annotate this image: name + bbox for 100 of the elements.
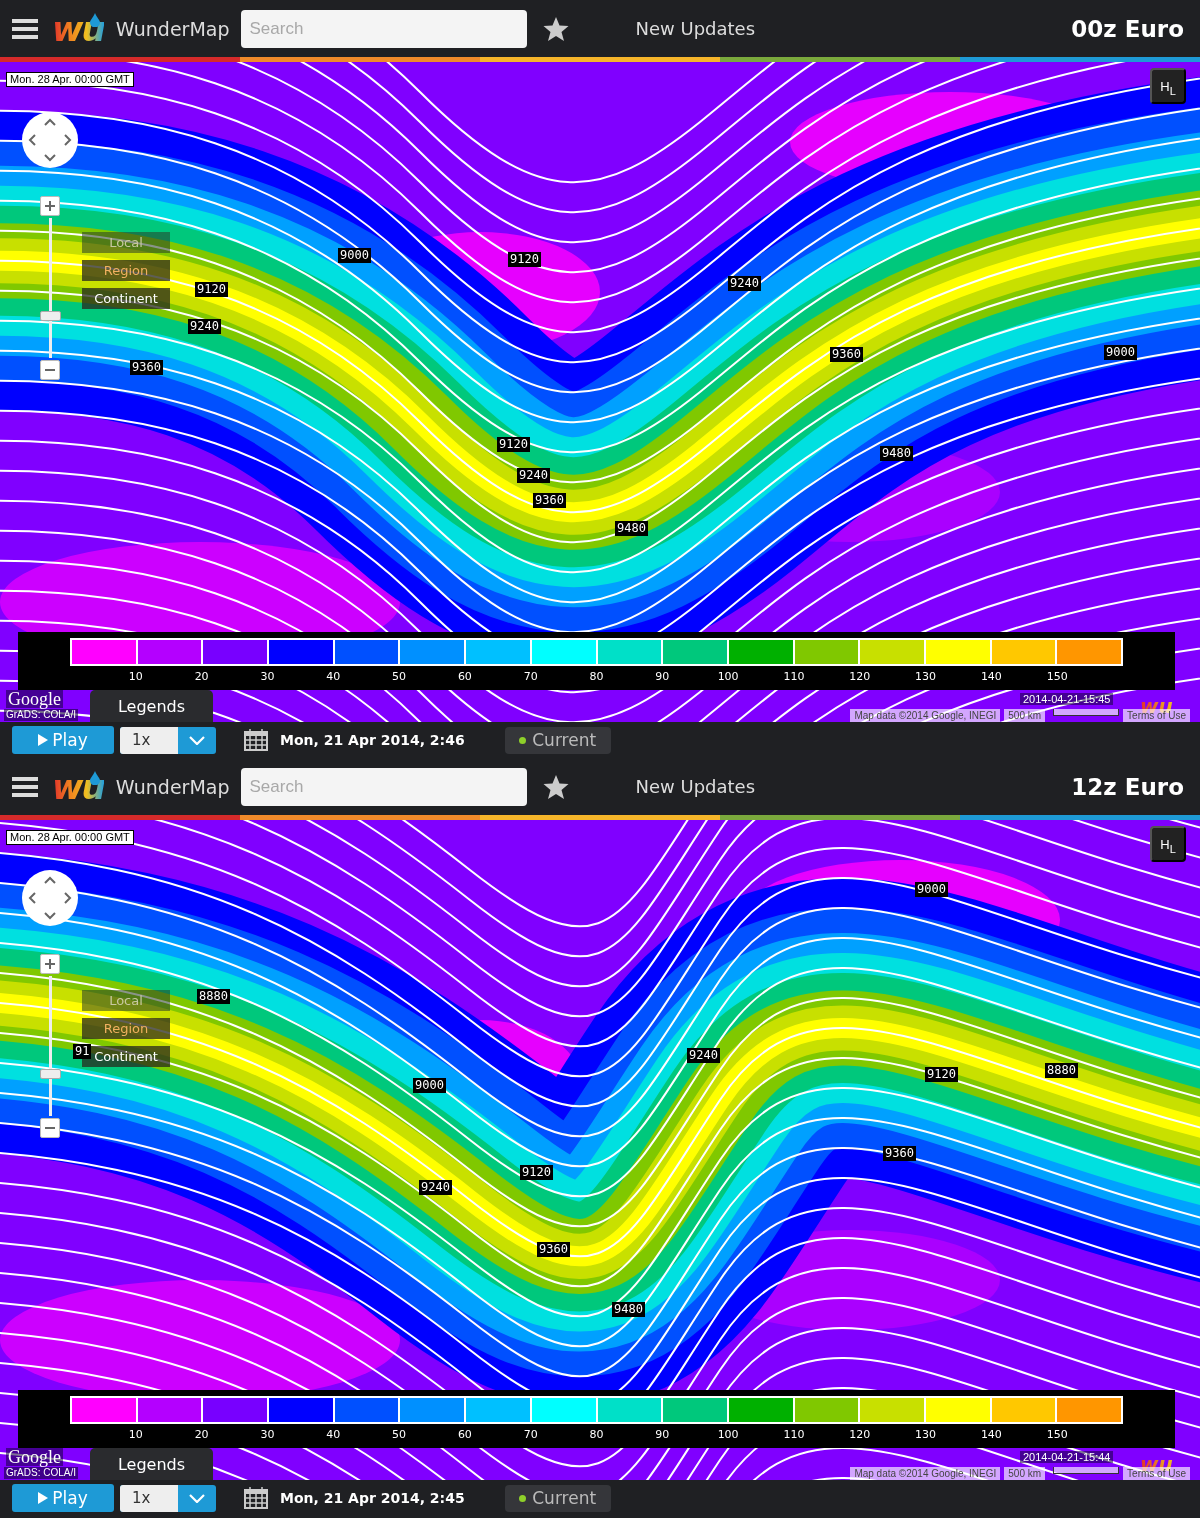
contour-label: 9000 <box>1104 345 1137 360</box>
pan-control-icon[interactable] <box>22 870 78 926</box>
contour-label: 9240 <box>188 319 221 334</box>
search-field[interactable]: Search <box>241 767 528 806</box>
zoom-slider-thumb[interactable] <box>40 310 61 321</box>
legend-tick-label: 90 <box>655 1428 670 1441</box>
weather-map-drawing[interactable] <box>0 820 1200 1480</box>
current-button[interactable]: Current <box>504 1484 611 1512</box>
contour-label: 9240 <box>728 276 761 291</box>
legend-tick-label: 140 <box>980 670 1002 683</box>
speed-dropdown[interactable]: 1x <box>120 1484 216 1512</box>
caret-icon <box>189 1493 205 1503</box>
layer-option[interactable]: Continent <box>82 288 170 309</box>
legend-tick-label: 130 <box>915 1428 937 1441</box>
map-data-credit: Map data ©2014 Google, INEGI <box>850 1467 1001 1480</box>
legend-tick-label: 10 <box>128 1428 143 1441</box>
source-credit: GrADS: COLA/I <box>4 1467 78 1479</box>
contour-label: 9120 <box>520 1165 553 1180</box>
new-updates-link[interactable]: New Updates <box>635 18 756 39</box>
legend-tick-label: 10 <box>128 670 143 683</box>
contour-label: 9120 <box>925 1067 958 1082</box>
scale-label: 500 km <box>1004 1467 1046 1480</box>
legend-tick-label: 50 <box>392 670 407 683</box>
speed-dropdown[interactable]: 1x <box>120 726 216 754</box>
zoom-in-button[interactable] <box>40 954 60 974</box>
contour-label: 9120 <box>497 437 530 452</box>
zoom-slider-thumb[interactable] <box>40 1068 61 1079</box>
app-name: WunderMap <box>115 775 230 798</box>
legend-tick-label: 40 <box>326 670 341 683</box>
play-icon <box>38 1492 49 1504</box>
legend-tick-label: 80 <box>589 1428 604 1441</box>
contour-label: 9240 <box>419 1180 452 1195</box>
star-icon[interactable] <box>543 773 570 800</box>
legends-button[interactable]: Legends <box>90 1448 213 1480</box>
panel-title: 00z Euro <box>1071 15 1185 42</box>
legend-tick-label: 60 <box>457 1428 472 1441</box>
search-field[interactable]: Search <box>241 9 528 48</box>
calendar-icon[interactable] <box>244 1487 268 1509</box>
legend-tick-label: 60 <box>457 670 472 683</box>
plus-icon <box>44 200 56 212</box>
legend-tick-label: 130 <box>915 670 937 683</box>
zoom-out-button[interactable] <box>40 1118 60 1138</box>
legend-tick-label: 20 <box>194 670 209 683</box>
date-label: Mon, 21 Apr 2014, 2:45 <box>280 1490 465 1506</box>
scale-label: 500 km <box>1004 709 1046 722</box>
valid-time-label: Mon. 28 Apr. 00:00 GMT <box>6 830 134 845</box>
date-label: Mon, 21 Apr 2014, 2:46 <box>280 732 465 748</box>
layer-option[interactable]: Region <box>82 1018 170 1039</box>
contour-label: 9000 <box>413 1078 446 1093</box>
contour-label: 9480 <box>612 1302 645 1317</box>
contour-label: 8880 <box>1045 1063 1078 1078</box>
menu-icon[interactable] <box>12 17 38 40</box>
legend-tick-label: 120 <box>849 670 871 683</box>
map-data-credit: Map data ©2014 Google, INEGI <box>850 709 1001 722</box>
caret-icon <box>189 735 205 745</box>
zoom-in-button[interactable] <box>40 196 60 216</box>
app-name: WunderMap <box>115 17 230 40</box>
legend-tick-label: 70 <box>523 1428 538 1441</box>
current-button[interactable]: Current <box>504 726 611 754</box>
contour-label: 9000 <box>338 248 371 263</box>
legend-tick-label: 110 <box>783 670 805 683</box>
pan-control-icon[interactable] <box>22 112 78 168</box>
calendar-icon[interactable] <box>244 729 268 751</box>
contour-label: 9360 <box>533 493 566 508</box>
map-timestamp: 2014-04-21-15:45 <box>1020 693 1114 705</box>
zoom-out-button[interactable] <box>40 360 60 380</box>
legend-tick-label: 80 <box>589 670 604 683</box>
legend-tick-label: 90 <box>655 670 670 683</box>
legends-button[interactable]: Legends <box>90 690 213 722</box>
play-icon <box>38 734 49 746</box>
legend-tick-label: 110 <box>783 1428 805 1441</box>
provider-logo: Google <box>6 690 63 708</box>
plus-icon <box>44 958 56 970</box>
legend-tick-label: 140 <box>980 1428 1002 1441</box>
legend-tick-label: 40 <box>326 1428 341 1441</box>
new-updates-link[interactable]: New Updates <box>635 776 756 797</box>
legend-tick-label: 100 <box>717 670 739 683</box>
legend-tick-label: 20 <box>194 1428 209 1441</box>
menu-icon[interactable] <box>12 775 38 798</box>
layer-option[interactable]: Region <box>82 260 170 281</box>
contour-label: 9360 <box>537 1242 570 1257</box>
legend-tick-label: 70 <box>523 670 538 683</box>
contour-label: 91 <box>73 1044 92 1059</box>
scale-bar <box>1053 1467 1120 1474</box>
contour-label: 9120 <box>508 252 541 267</box>
contour-label: 9360 <box>130 360 163 375</box>
contour-label: 9360 <box>883 1146 916 1161</box>
legend-tick-label: 100 <box>717 1428 739 1441</box>
star-icon[interactable] <box>543 15 570 42</box>
status-dot-icon <box>519 736 527 744</box>
contour-label: 9120 <box>195 282 228 297</box>
contour-label: 9000 <box>915 882 948 897</box>
valid-time-label: Mon. 28 Apr. 00:00 GMT <box>6 72 134 87</box>
panel-title: 12z Euro <box>1071 773 1185 800</box>
source-credit: GrADS: COLA/I <box>4 709 78 721</box>
map-timestamp: 2014-04-21-15:44 <box>1020 1451 1114 1463</box>
legend-tick-label: 30 <box>260 1428 275 1441</box>
contour-label: 9360 <box>830 347 863 362</box>
contour-label: 9480 <box>615 521 648 536</box>
contour-label: 9240 <box>687 1048 720 1063</box>
